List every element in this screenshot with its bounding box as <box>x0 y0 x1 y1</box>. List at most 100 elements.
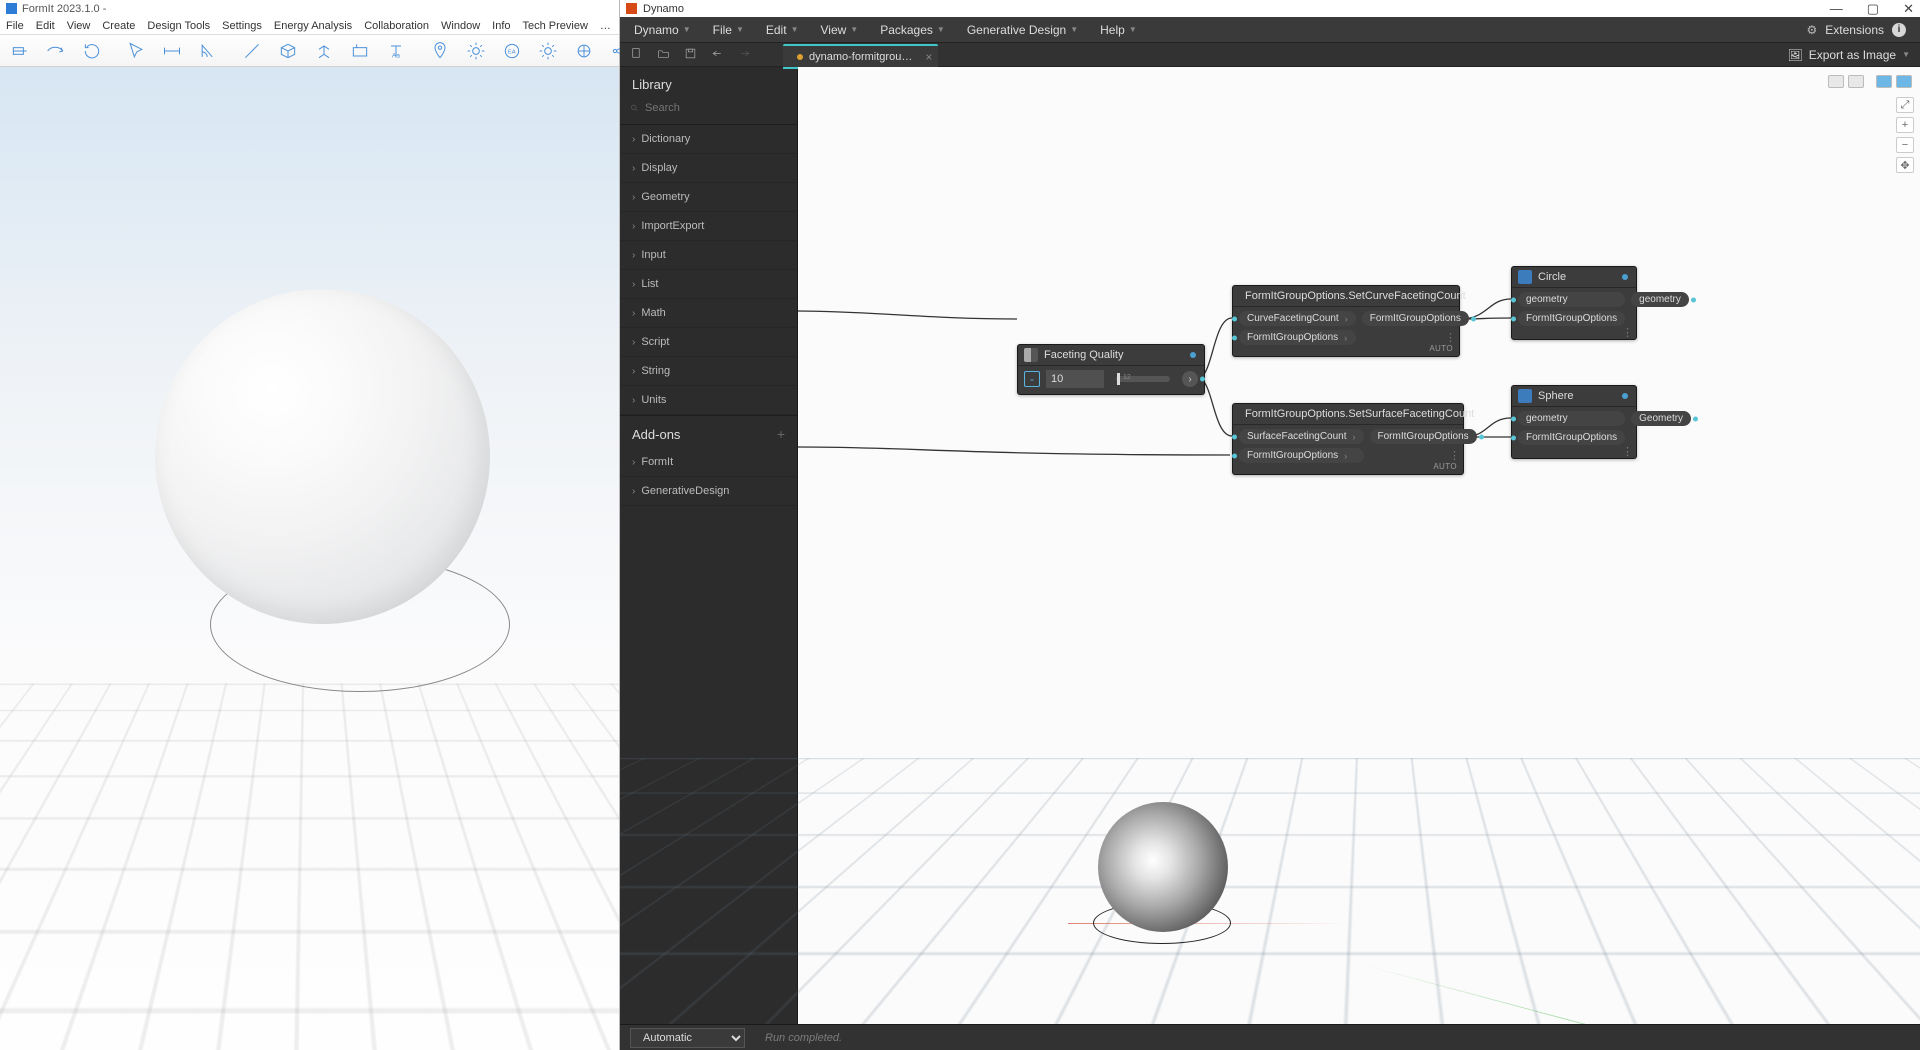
port-in-curvecount[interactable]: CurveFacetingCount› <box>1239 311 1356 326</box>
formit-viewport[interactable] <box>0 67 619 1050</box>
cat-script[interactable]: ›Script <box>620 328 797 357</box>
port-in-options[interactable]: FormItGroupOptions <box>1518 311 1625 326</box>
view-3d-icon[interactable] <box>1876 75 1892 88</box>
extrude-icon[interactable] <box>314 40 334 62</box>
port-in-groupoptions[interactable]: FormItGroupOptions› <box>1239 448 1364 463</box>
menu-energy[interactable]: Energy Analysis <box>274 20 352 32</box>
sun-icon[interactable] <box>466 40 486 62</box>
menu-settings[interactable]: Settings <box>222 20 262 32</box>
view-graph-icon[interactable] <box>1828 75 1844 88</box>
node-set-curve-faceting[interactable]: FormItGroupOptions.SetCurveFacetingCount… <box>1232 285 1460 357</box>
rotate-icon[interactable] <box>82 40 102 62</box>
energy-icon[interactable]: EA <box>502 40 522 62</box>
menu-file[interactable]: File <box>6 20 24 32</box>
menu-overflow[interactable]: … <box>600 20 611 32</box>
node-menu-icon[interactable]: ⋮ <box>1449 455 1460 458</box>
node-pin-icon[interactable] <box>1622 393 1628 399</box>
node-set-surface-faceting[interactable]: FormItGroupOptions.SetSurfaceFacetingCou… <box>1232 403 1464 475</box>
measure-icon[interactable] <box>162 40 182 62</box>
slider-thumb[interactable] <box>1117 373 1120 385</box>
minimize-icon[interactable]: — <box>1830 1 1843 17</box>
search-input[interactable] <box>645 102 787 114</box>
menu-extensions[interactable]: Extensions <box>1825 23 1884 37</box>
canvas-nav-tools[interactable]: ⤢ + − ✥ <box>1896 97 1914 173</box>
new-file-icon[interactable] <box>630 47 643 63</box>
line-icon[interactable] <box>242 40 262 62</box>
undo-icon[interactable] <box>10 40 30 62</box>
node-pin-icon[interactable] <box>1190 352 1196 358</box>
menu-info[interactable]: Info <box>492 20 510 32</box>
menu-create[interactable]: Create <box>102 20 135 32</box>
addon-gendesign[interactable]: ›GenerativeDesign <box>620 477 797 506</box>
view-link-icon[interactable] <box>1848 75 1864 88</box>
addon-formit[interactable]: ›FormIt <box>620 448 797 477</box>
angle-icon[interactable] <box>198 40 218 62</box>
zoom-in-icon[interactable]: + <box>1896 117 1914 133</box>
run-mode-select[interactable]: Automatic <box>630 1028 745 1048</box>
library-search[interactable] <box>620 98 797 125</box>
cursor-icon[interactable] <box>126 40 146 62</box>
port-out-groupoptions[interactable]: FormItGroupOptions <box>1370 429 1477 444</box>
node-faceting-quality[interactable]: Faceting Quality - 10 12 › <box>1017 344 1205 395</box>
cat-geometry[interactable]: ›Geometry <box>620 183 797 212</box>
pin-location-icon[interactable] <box>430 40 450 62</box>
canvas-view-toggle[interactable] <box>1828 75 1912 88</box>
node-circle[interactable]: Circle geometry FormItGroupOptions geome… <box>1511 266 1637 340</box>
pan-icon[interactable]: ✥ <box>1896 157 1914 173</box>
slider-output-port[interactable]: › <box>1182 371 1198 387</box>
undo-icon[interactable] <box>711 47 724 63</box>
menu-edit[interactable]: Edit▼ <box>766 23 799 37</box>
dynamo-link-icon[interactable] <box>574 40 594 62</box>
formit-menubar[interactable]: File Edit View Create Design Tools Setti… <box>0 17 619 35</box>
menu-view[interactable]: View▼ <box>820 23 858 37</box>
save-file-icon[interactable] <box>684 47 697 63</box>
port-out-geometry[interactable]: Geometry <box>1631 411 1691 426</box>
slider-decrement[interactable]: - <box>1024 371 1040 387</box>
menu-edit[interactable]: Edit <box>36 20 55 32</box>
cat-input[interactable]: ›Input <box>620 241 797 270</box>
open-file-icon[interactable] <box>657 47 670 63</box>
slider-value[interactable]: 10 <box>1046 370 1104 388</box>
cat-display[interactable]: ›Display <box>620 154 797 183</box>
slider-track[interactable]: 12 <box>1116 376 1170 382</box>
view-home-icon[interactable] <box>1896 75 1912 88</box>
dynamo-menubar[interactable]: Dynamo▼ File▼ Edit▼ View▼ Packages▼ Gene… <box>620 17 1920 43</box>
cat-units[interactable]: ›Units <box>620 386 797 415</box>
port-in-geometry[interactable]: geometry <box>1518 292 1625 307</box>
fit-icon[interactable]: ⤢ <box>1896 97 1914 113</box>
port-out-groupoptions[interactable]: FormItGroupOptions <box>1362 311 1469 326</box>
maximize-icon[interactable]: ▢ <box>1867 1 1879 17</box>
close-icon[interactable]: ✕ <box>1903 1 1914 17</box>
menu-window[interactable]: Window <box>441 20 480 32</box>
workspace-tab[interactable]: dynamo-formitgrou… × <box>783 44 938 67</box>
menu-packages[interactable]: Packages▼ <box>880 23 945 37</box>
zoom-out-icon[interactable]: − <box>1896 137 1914 153</box>
menu-help[interactable]: Help▼ <box>1100 23 1137 37</box>
cube-icon[interactable] <box>278 40 298 62</box>
port-in-surfacecount[interactable]: SurfaceFacetingCount› <box>1239 429 1364 444</box>
cat-math[interactable]: ›Math <box>620 299 797 328</box>
port-in-groupoptions[interactable]: FormItGroupOptions› <box>1239 330 1356 345</box>
menu-collab[interactable]: Collaboration <box>364 20 429 32</box>
port-out-geometry[interactable]: geometry <box>1631 292 1689 307</box>
port-in-options[interactable]: FormItGroupOptions <box>1518 430 1625 445</box>
cat-string[interactable]: ›String <box>620 357 797 386</box>
node-menu-icon[interactable]: ⋮ <box>1445 337 1456 340</box>
node-menu-icon[interactable]: ⋮ <box>1622 332 1633 335</box>
menu-file[interactable]: File▼ <box>713 23 744 37</box>
menu-techpreview[interactable]: Tech Preview <box>523 20 588 32</box>
node-sphere[interactable]: Sphere geometry FormItGroupOptions Geome… <box>1511 385 1637 459</box>
port-in-geometry[interactable]: geometry <box>1518 411 1625 426</box>
gear-icon[interactable] <box>538 40 558 62</box>
menu-dynamo[interactable]: Dynamo▼ <box>634 23 691 37</box>
menu-gendesign[interactable]: Generative Design▼ <box>967 23 1078 37</box>
cat-dictionary[interactable]: ›Dictionary <box>620 125 797 154</box>
add-addon-icon[interactable]: + <box>777 426 785 442</box>
plane-icon[interactable] <box>350 40 370 62</box>
redo-icon[interactable] <box>738 47 751 63</box>
menu-view[interactable]: View <box>67 20 91 32</box>
tab-close-icon[interactable]: × <box>925 50 932 64</box>
redo-icon[interactable] <box>46 40 66 62</box>
node-pin-icon[interactable] <box>1622 274 1628 280</box>
node-menu-icon[interactable]: ⋮ <box>1622 451 1633 454</box>
